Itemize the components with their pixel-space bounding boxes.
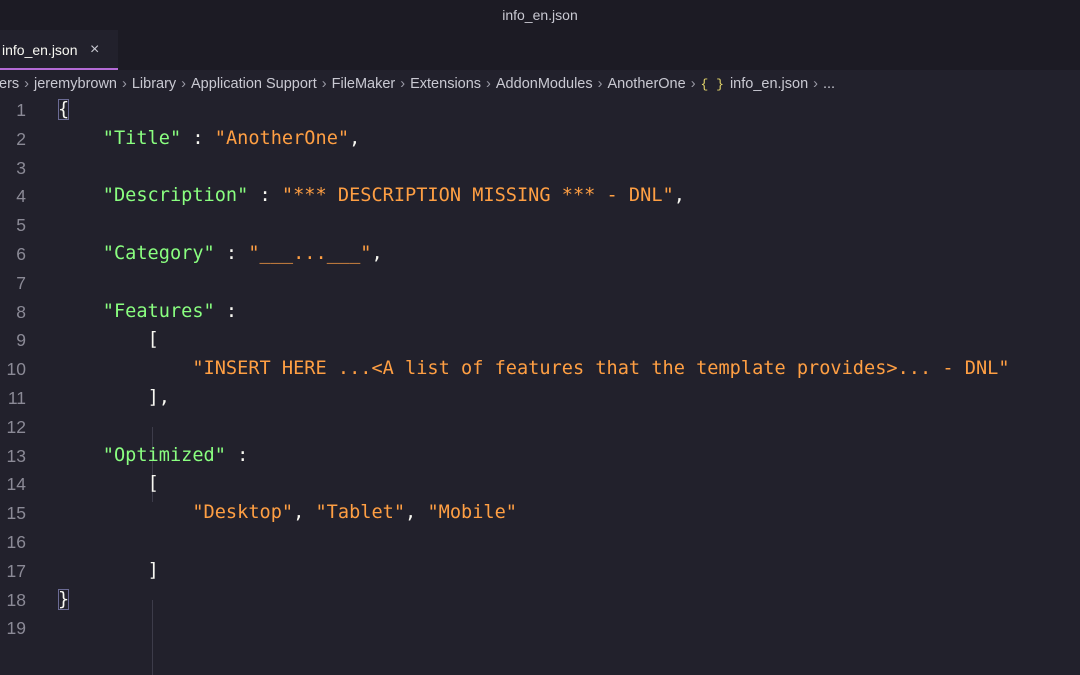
breadcrumb-item-file[interactable]: info_en.json [730, 76, 808, 92]
colon: : [181, 127, 215, 149]
line-number: 3 [16, 157, 26, 178]
line-number: 5 [16, 215, 26, 236]
line-number: 13 [6, 445, 26, 466]
code-line: "Category" : "___...___", [58, 240, 1080, 269]
breadcrumb-item-application-support[interactable]: Application Support [191, 76, 317, 92]
line-number: 1 [16, 100, 26, 120]
close-brace: } [58, 588, 70, 610]
json-value-category: "___...___" [248, 242, 372, 264]
code-line: { [58, 96, 1080, 125]
colon: : [214, 300, 238, 322]
tab-bar: info_en.json × [0, 30, 1080, 70]
list-separator: , [293, 502, 316, 524]
breadcrumb-item-addonmodules[interactable]: AddonModules [496, 76, 593, 92]
line-number: 9 [16, 330, 26, 351]
code-line: "Title" : "AnotherOne", [58, 125, 1080, 154]
chevron-right-icon: › [400, 76, 406, 92]
close-bracket: ] [147, 559, 159, 581]
code-line: } [58, 586, 1080, 615]
window-title: info_en.json [0, 0, 1080, 30]
line-number: 10 [6, 359, 26, 380]
line-number: 18 [6, 589, 26, 610]
chevron-right-icon: › [122, 76, 127, 92]
json-key-description: "Description" [102, 185, 249, 207]
comma: , [349, 127, 361, 149]
chevron-right-icon: › [813, 76, 818, 92]
json-key-features: "Features" [102, 300, 215, 322]
code-line: ], [58, 384, 1080, 413]
tab-info-en-json[interactable]: info_en.json × [0, 30, 118, 70]
json-value-description: "*** DESCRIPTION MISSING *** - DNL" [281, 185, 674, 207]
json-value-tablet: "Tablet" [315, 502, 406, 524]
chevron-right-icon: › [181, 76, 187, 92]
json-value-desktop: "Desktop" [192, 502, 294, 524]
tab-label: info_en.json [2, 42, 78, 58]
chevron-right-icon: › [597, 76, 603, 92]
comma: , [371, 242, 383, 264]
breadcrumb: ers › jeremybrown › Library › Application Supp… [0, 70, 1080, 98]
breadcrumb-item-extensions[interactable]: Extensions [410, 76, 481, 92]
breadcrumb-item-filemaker[interactable]: FileMaker [332, 76, 396, 92]
json-file-icon: { } [700, 77, 724, 92]
json-value-mobile: "Mobile" [427, 502, 517, 524]
code-editor[interactable]: 1 2 3 4 5 6 7 8 9 10 11 12 13 14 15 16 1… [0, 96, 1080, 675]
code-line: "Optimized" : [58, 442, 1080, 471]
code-line: "Description" : "*** DESCRIPTION MISSING… [58, 182, 1080, 211]
line-number: 12 [6, 416, 26, 437]
line-number: 17 [6, 560, 26, 581]
comma: , [673, 185, 685, 207]
code-line: [ [58, 326, 1080, 355]
breadcrumb-item-library[interactable]: Library [132, 76, 176, 92]
json-value-title: "AnotherOne" [214, 127, 350, 149]
code-line: "Desktop", "Tablet", "Mobile" [58, 499, 1080, 528]
line-number: 19 [6, 618, 26, 639]
code-line: ] [58, 557, 1080, 586]
line-number: 14 [6, 474, 26, 495]
chevron-right-icon: › [690, 76, 696, 92]
colon: : [214, 242, 249, 264]
line-number-gutter: 1 2 3 4 5 6 7 8 9 10 11 12 13 14 15 16 1… [0, 96, 42, 643]
code-line: "Features" : [58, 298, 1080, 327]
line-number: 4 [16, 186, 26, 207]
open-bracket: [ [147, 329, 159, 351]
close-bracket: ], [147, 386, 170, 408]
chevron-right-icon: › [321, 76, 327, 92]
breadcrumb-item-symbols[interactable]: ... [823, 76, 835, 92]
code-lines[interactable]: { "Title" : "AnotherOne", "Description" … [58, 96, 1080, 675]
colon: : [248, 185, 282, 207]
open-brace: { [58, 99, 70, 120]
line-number: 8 [16, 301, 26, 322]
colon: : [225, 444, 249, 466]
breadcrumb-item-anotherone[interactable]: AnotherOne [607, 76, 685, 92]
breadcrumb-item-jeremybrown[interactable]: jeremybrown [34, 76, 117, 92]
json-key-optimized: "Optimized" [102, 444, 226, 466]
json-value-feature-item: "INSERT HERE ...<A list of features that… [192, 358, 1010, 380]
open-bracket: [ [147, 473, 159, 495]
line-number: 15 [6, 503, 26, 524]
line-number: 2 [16, 128, 26, 149]
breadcrumb-item-users[interactable]: ers [0, 76, 19, 92]
list-separator: , [405, 502, 428, 524]
line-number: 7 [16, 272, 26, 293]
line-number: 11 [7, 387, 26, 408]
close-icon[interactable]: × [90, 30, 99, 70]
code-line: "INSERT HERE ...<A list of features that… [58, 355, 1080, 384]
json-key-title: "Title" [102, 127, 182, 149]
line-number: 6 [16, 243, 26, 264]
chevron-right-icon: › [24, 76, 29, 92]
line-number: 16 [6, 531, 26, 552]
chevron-right-icon: › [486, 76, 491, 92]
code-line: [ [58, 470, 1080, 499]
json-key-category: "Category" [102, 242, 215, 264]
